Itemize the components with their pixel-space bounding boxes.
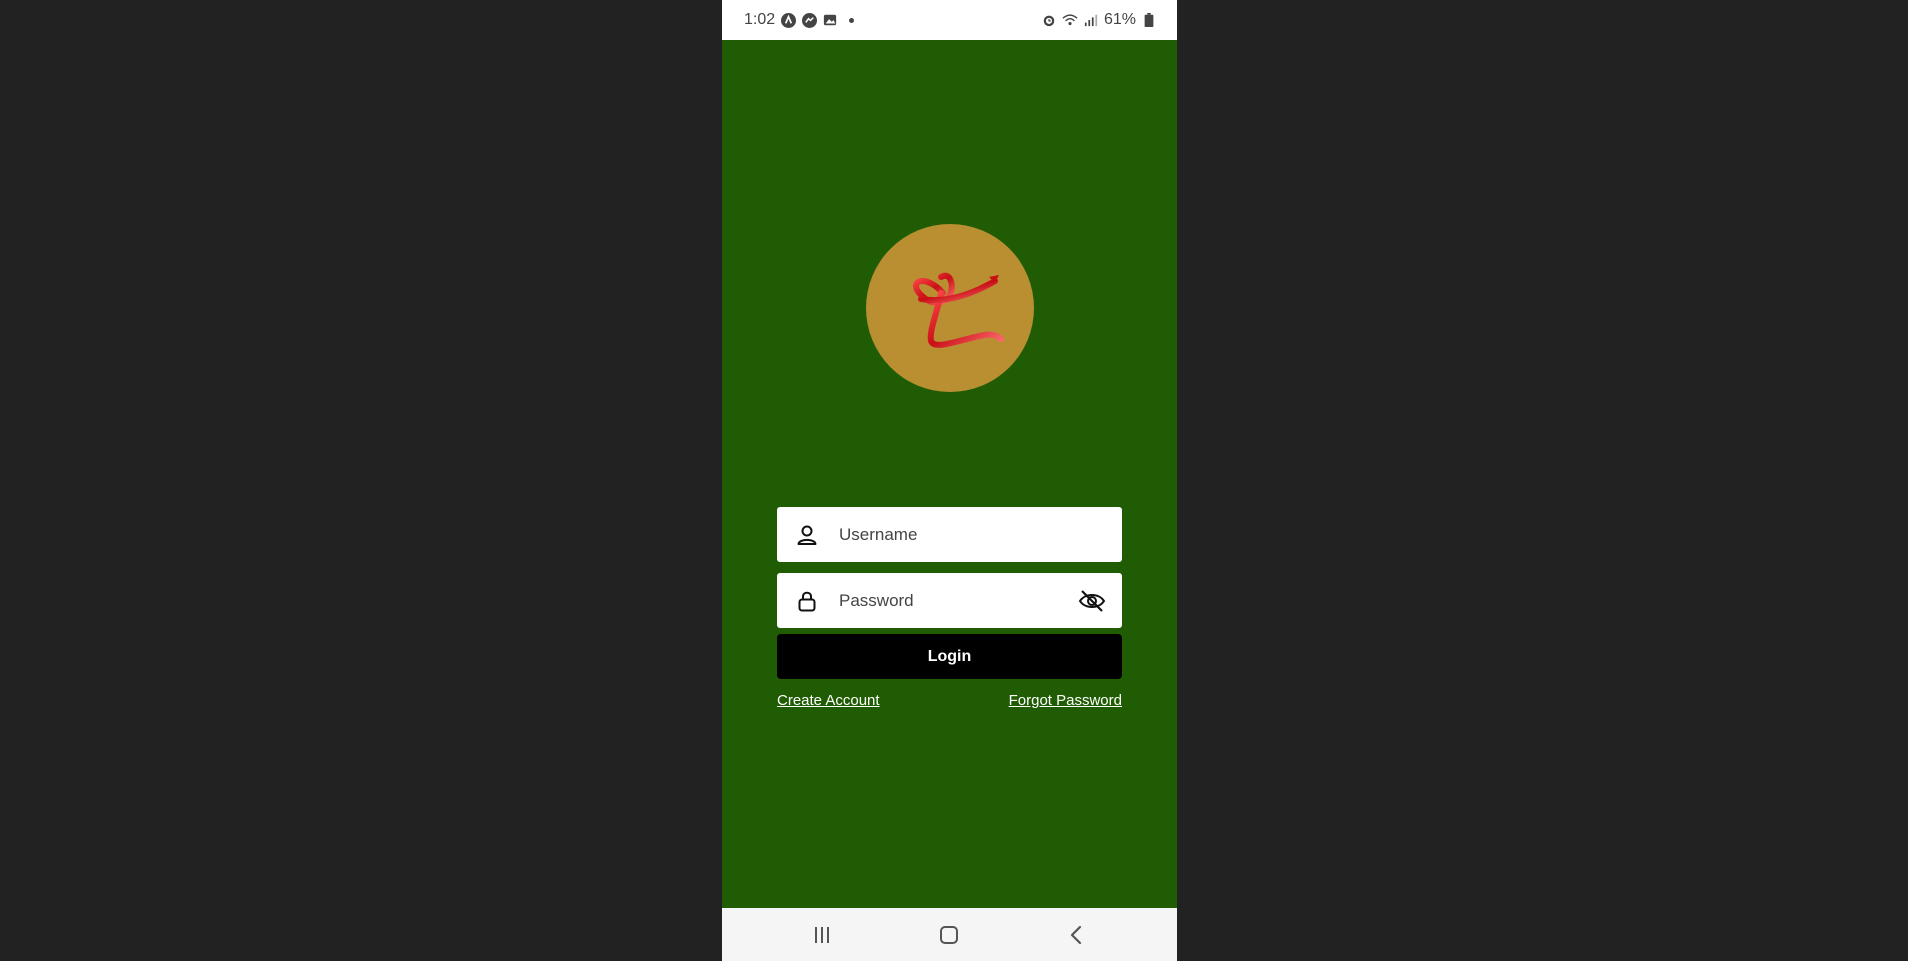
navigation-app-icon [780, 12, 796, 28]
login-button[interactable]: Login [777, 634, 1122, 679]
status-time: 1:02 [744, 11, 776, 28]
username-field[interactable] [777, 507, 1122, 562]
eye-off-icon[interactable] [1078, 588, 1106, 614]
password-field[interactable] [777, 573, 1122, 628]
battery-percent: 61% [1103, 11, 1136, 28]
more-notifications-dot [849, 17, 855, 23]
recent-apps-icon[interactable] [809, 922, 835, 948]
gallery-icon [822, 12, 838, 28]
lock-icon [798, 591, 816, 612]
password-input[interactable] [839, 573, 1069, 628]
signal-icon [1083, 12, 1099, 28]
ribbon-heart-logo [913, 272, 1004, 348]
wifi-icon [1062, 12, 1078, 28]
battery-icon [1141, 12, 1157, 28]
status-right: 61% [1041, 11, 1157, 29]
status-bar: 1:02 61% [722, 0, 1177, 40]
user-icon [797, 525, 817, 545]
status-left: 1:02 [744, 11, 855, 29]
username-input[interactable] [839, 507, 1069, 562]
screen-frame: 1:02 61% Username Login Create Account F… [0, 0, 1908, 961]
navigation-bar [722, 908, 1177, 961]
app-logo [866, 224, 1034, 392]
forgot-password-link[interactable]: Forgot Password [1009, 692, 1122, 709]
alarm-icon [1041, 12, 1057, 28]
phone-screen: 1:02 61% Username Login Create Account F… [722, 0, 1177, 961]
home-icon[interactable] [936, 922, 962, 948]
back-icon[interactable] [1063, 922, 1089, 948]
messenger-icon [801, 12, 817, 28]
create-account-link[interactable]: Create Account [777, 692, 880, 709]
